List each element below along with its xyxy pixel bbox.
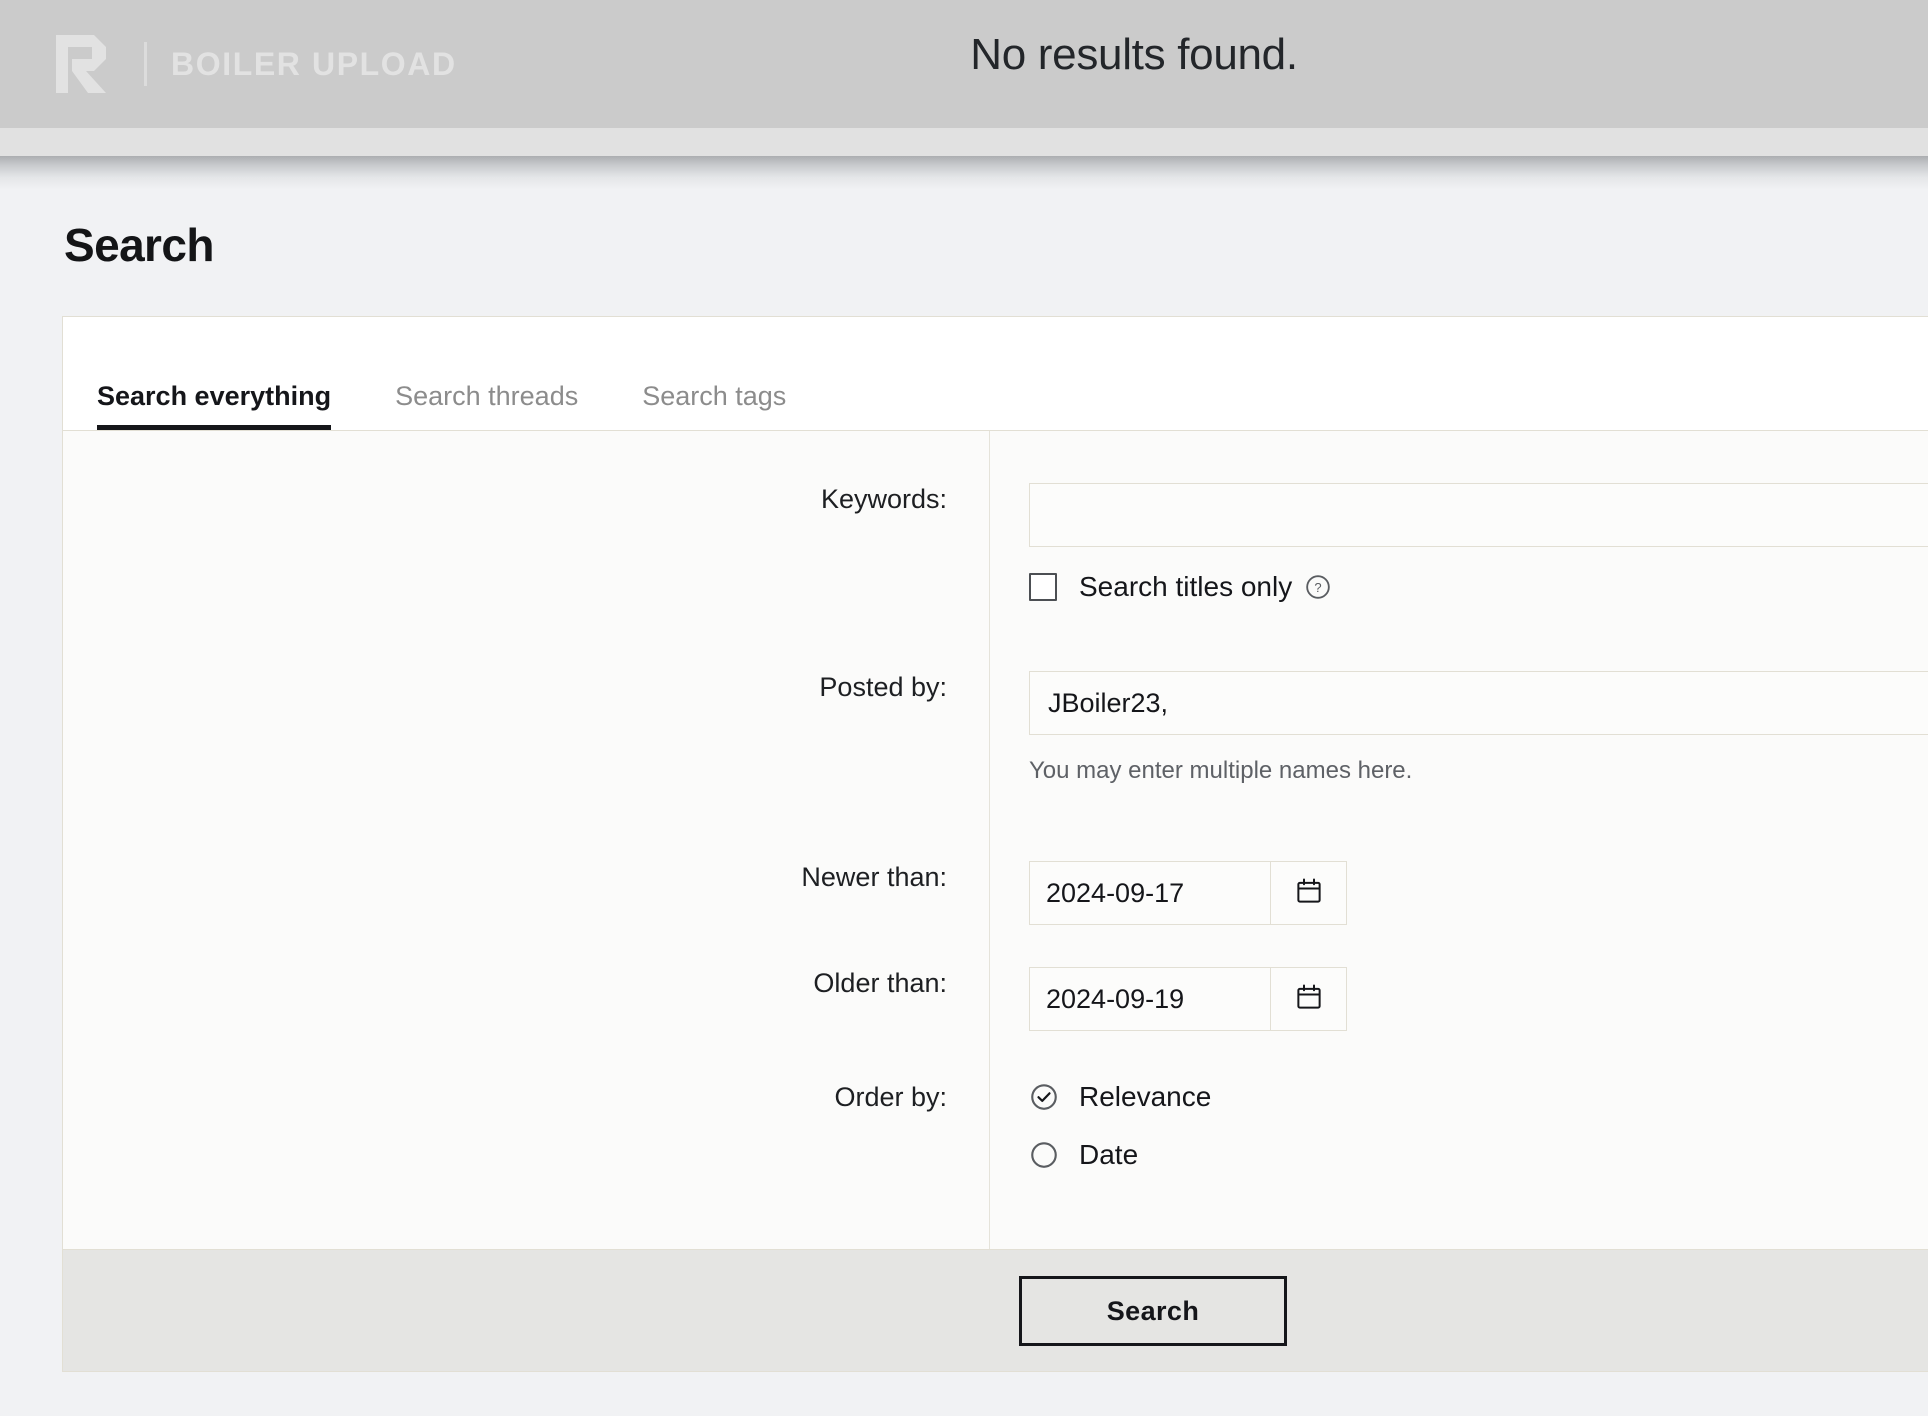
older-than-field-group bbox=[989, 967, 1928, 1031]
older-than-input[interactable] bbox=[1030, 968, 1270, 1030]
sub-header-strip bbox=[0, 128, 1928, 156]
svg-text:?: ? bbox=[1315, 580, 1322, 595]
newer-than-calendar-button[interactable] bbox=[1270, 862, 1346, 924]
calendar-icon bbox=[1294, 982, 1324, 1017]
older-than-label: Older than: bbox=[813, 968, 947, 998]
order-by-relevance-label: Relevance bbox=[1079, 1081, 1212, 1112]
tab-search-tags[interactable]: Search tags bbox=[642, 381, 786, 430]
search-form-body: Keywords: Search titles only ? Posted by… bbox=[63, 431, 1928, 1249]
posted-by-field-group: You may enter multiple names here. bbox=[989, 671, 1928, 785]
row-posted-by: Posted by: You may enter multiple names … bbox=[63, 603, 1928, 785]
search-tabs: Search everything Search threads Search … bbox=[63, 317, 1928, 431]
question-circle-icon[interactable]: ? bbox=[1305, 574, 1331, 600]
order-by-option-relevance[interactable]: Relevance bbox=[1029, 1081, 1928, 1113]
keywords-label: Keywords: bbox=[820, 484, 947, 514]
status-message: No results found. bbox=[970, 30, 1298, 79]
radio-checked-icon bbox=[1029, 1082, 1059, 1112]
keywords-field-group: Search titles only ? bbox=[989, 483, 1928, 603]
posted-by-hint: You may enter multiple names here. bbox=[1029, 757, 1413, 784]
calendar-icon bbox=[1294, 876, 1324, 911]
tab-search-everything[interactable]: Search everything bbox=[97, 381, 332, 430]
top-header-bar: BOILER UPLOAD No results found. bbox=[0, 0, 1928, 128]
row-keywords: Keywords: Search titles only ? bbox=[63, 431, 1928, 603]
older-than-date-group bbox=[1029, 967, 1347, 1031]
order-by-option-date[interactable]: Date bbox=[1029, 1139, 1928, 1171]
order-by-options: Relevance Date bbox=[989, 1081, 1928, 1171]
search-form-footer: Search bbox=[63, 1249, 1928, 1371]
search-submit-button[interactable]: Search bbox=[1019, 1276, 1287, 1346]
header-shadow bbox=[0, 156, 1928, 190]
search-form-card: Search everything Search threads Search … bbox=[62, 316, 1928, 1372]
titles-only-label: Search titles only bbox=[1079, 571, 1293, 602]
page-content: Search Search everything Search threads … bbox=[0, 190, 1928, 1416]
order-by-label: Order by: bbox=[834, 1082, 947, 1112]
newer-than-field-group bbox=[989, 861, 1928, 925]
row-older-than: Older than: bbox=[63, 925, 1928, 1031]
older-than-calendar-button[interactable] bbox=[1270, 968, 1346, 1030]
titles-only-row[interactable]: Search titles only ? bbox=[1029, 571, 1928, 603]
posted-by-label: Posted by: bbox=[819, 672, 947, 702]
keywords-input[interactable] bbox=[1029, 483, 1928, 547]
order-by-date-label: Date bbox=[1079, 1139, 1139, 1170]
newer-than-date-group bbox=[1029, 861, 1347, 925]
titles-only-checkbox[interactable] bbox=[1029, 573, 1057, 601]
radio-unchecked-icon bbox=[1029, 1140, 1059, 1170]
tab-search-threads[interactable]: Search threads bbox=[395, 381, 578, 430]
posted-by-input[interactable] bbox=[1029, 671, 1928, 735]
newer-than-label: Newer than: bbox=[801, 862, 947, 892]
row-newer-than: Newer than: bbox=[63, 785, 1928, 925]
newer-than-input[interactable] bbox=[1030, 862, 1270, 924]
page-title: Search bbox=[64, 219, 214, 271]
row-order-by: Order by: Relevance Date bbox=[63, 1031, 1928, 1201]
